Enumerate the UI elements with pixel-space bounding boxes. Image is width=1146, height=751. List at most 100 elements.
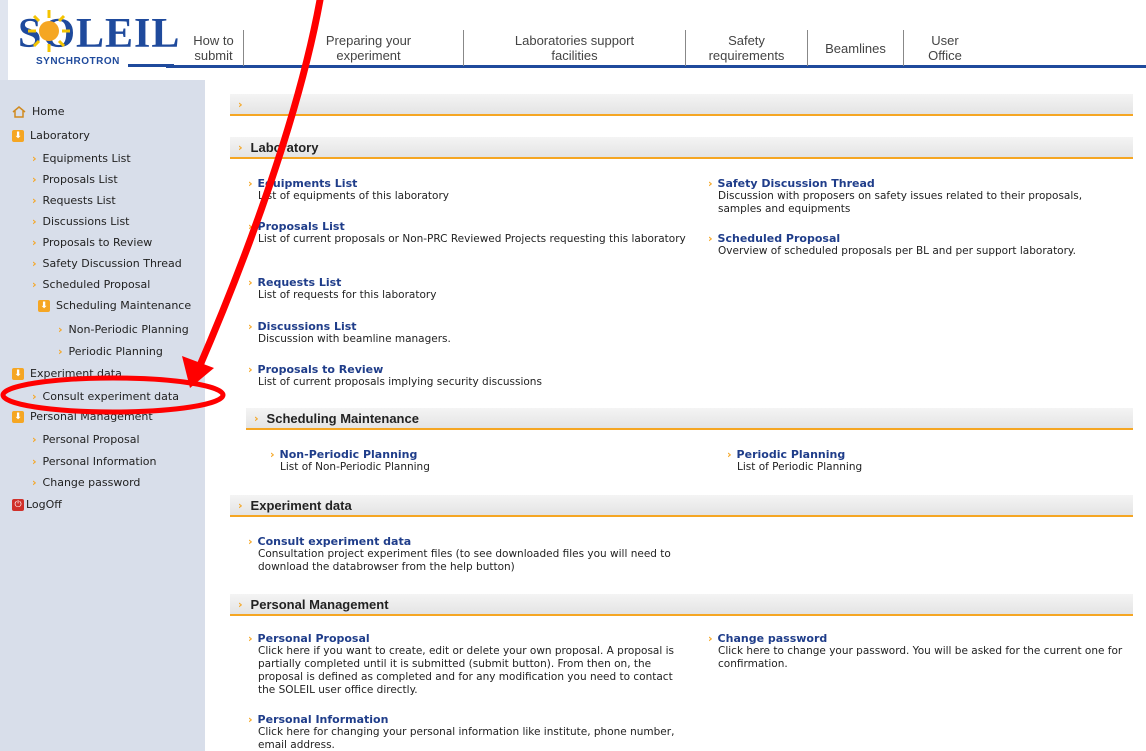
link-consult-experiment-data[interactable]: › Consult experiment data — [248, 535, 688, 548]
sidebar-item-home[interactable]: Home — [12, 105, 64, 118]
sidebar-item-requests-list[interactable]: › Requests List — [32, 194, 116, 207]
sun-icon — [28, 10, 70, 52]
chevron-right-icon: › — [32, 257, 37, 270]
sidebar-item-experiment-data[interactable]: ⬇ Experiment data — [12, 367, 122, 380]
link-requests-list[interactable]: › Requests List — [248, 276, 698, 289]
power-icon: ⏻ — [12, 498, 24, 511]
chevron-right-icon: › — [32, 433, 37, 446]
sidebar-item-proposals-list[interactable]: › Proposals List — [32, 173, 118, 186]
sidebar-item-personal-proposal[interactable]: › Personal Proposal — [32, 433, 140, 446]
nav-safety-requirements[interactable]: Safety requirements — [686, 30, 808, 66]
sidebar-item-change-password[interactable]: › Change password — [32, 476, 140, 489]
section-title: Scheduling Maintenance — [266, 410, 419, 426]
chevron-right-icon: › — [32, 173, 37, 186]
chevron-right-icon: › — [248, 535, 253, 548]
sidebar-item-scheduling-maintenance[interactable]: ⬇ Scheduling Maintenance — [38, 299, 191, 312]
entry-discussions-list: › Discussions List Discussion with beamli… — [248, 320, 698, 346]
header: SOLEIL SYNCHROTRON How to submit Prepari… — [0, 0, 1146, 80]
sidebar-item-discussions-list[interactable]: › Discussions List — [32, 215, 130, 228]
link-proposals-to-review[interactable]: › Proposals to Review — [248, 363, 698, 376]
top-nav: How to submit Preparing your experiment … — [166, 0, 1146, 68]
section-scheduling-maintenance: › Scheduling Maintenance — [246, 408, 1133, 430]
sidebar-item-personal-management[interactable]: ⬇ Personal Management — [12, 410, 153, 423]
sidebar-item-laboratory[interactable]: ⬇ Laboratory — [12, 129, 90, 142]
entry-scheduled-proposal: › Scheduled Proposal Overview of schedule… — [708, 232, 1128, 258]
section-title: Personal Management — [250, 596, 389, 612]
chevron-right-icon: › — [32, 236, 37, 249]
section-laboratory: › Laboratory — [230, 137, 1133, 159]
chevron-right-icon: › — [248, 363, 253, 376]
link-scheduled-proposal[interactable]: › Scheduled Proposal — [708, 232, 1128, 245]
link-non-periodic-planning[interactable]: › Non-Periodic Planning — [270, 448, 720, 461]
nav-how-to-submit[interactable]: How to submit — [184, 30, 244, 66]
chevron-right-icon: › — [238, 140, 243, 154]
chevron-right-icon: › — [254, 411, 259, 425]
nav-user-office[interactable]: User Office — [904, 30, 986, 66]
sidebar-item-proposals-to-review[interactable]: › Proposals to Review — [32, 236, 152, 249]
link-personal-proposal[interactable]: › Personal Proposal — [248, 632, 688, 645]
link-change-password[interactable]: › Change password — [708, 632, 1128, 645]
sidebar-item-consult-experiment-data[interactable]: › Consult experiment data — [32, 390, 179, 403]
chevron-right-icon: › — [270, 448, 275, 461]
entry-safety-discussion-thread: › Safety Discussion Thread Discussion wit… — [708, 177, 1128, 216]
chevron-right-icon: › — [32, 390, 37, 403]
chevron-right-icon: › — [32, 455, 37, 468]
link-equipments-list[interactable]: › Equipments List — [248, 177, 698, 190]
section-bar-empty: › — [230, 94, 1133, 116]
entry-equipments-list: › Equipments List List of equipments of t… — [248, 177, 698, 203]
chevron-right-icon: › — [32, 152, 37, 165]
sidebar-item-safety-discussion-thread[interactable]: › Safety Discussion Thread — [32, 257, 182, 270]
link-proposals-list[interactable]: › Proposals List — [248, 220, 688, 233]
sidebar-item-scheduled-proposal[interactable]: › Scheduled Proposal — [32, 278, 150, 291]
collapse-icon: ⬇ — [12, 410, 24, 423]
chevron-right-icon: › — [248, 177, 253, 190]
sidebar-item-non-periodic-planning[interactable]: › Non-Periodic Planning — [58, 323, 189, 336]
chevron-right-icon: › — [58, 323, 63, 336]
entry-proposals-to-review: › Proposals to Review List of current pro… — [248, 363, 698, 389]
chevron-right-icon: › — [238, 498, 243, 512]
chevron-right-icon: › — [238, 97, 243, 111]
entry-periodic-planning: › Periodic Planning List of Periodic Plan… — [727, 448, 1146, 474]
entry-change-password: › Change password Click here to change yo… — [708, 632, 1128, 671]
chevron-right-icon: › — [708, 177, 713, 190]
chevron-right-icon: › — [708, 232, 713, 245]
chevron-right-icon: › — [248, 276, 253, 289]
section-personal-management: › Personal Management — [230, 594, 1133, 616]
chevron-right-icon: › — [32, 215, 37, 228]
soleil-logo[interactable]: SOLEIL SYNCHROTRON — [8, 6, 179, 72]
chevron-right-icon: › — [32, 278, 37, 291]
chevron-right-icon: › — [58, 345, 63, 358]
entry-requests-list: › Requests List List of requests for this… — [248, 276, 698, 302]
sidebar-item-equipments-list[interactable]: › Equipments List — [32, 152, 131, 165]
sidebar-item-personal-information[interactable]: › Personal Information — [32, 455, 156, 468]
chevron-right-icon: › — [248, 632, 253, 645]
nav-laboratories-support[interactable]: Laboratories support facilities — [464, 30, 686, 66]
chevron-right-icon: › — [32, 476, 37, 489]
link-discussions-list[interactable]: › Discussions List — [248, 320, 698, 333]
home-icon — [12, 105, 26, 118]
entry-non-periodic-planning: › Non-Periodic Planning List of Non-Perio… — [270, 448, 720, 474]
link-personal-information[interactable]: › Personal Information — [248, 713, 688, 726]
chevron-right-icon: › — [248, 320, 253, 333]
sidebar-item-periodic-planning[interactable]: › Periodic Planning — [58, 345, 163, 358]
chevron-right-icon: › — [727, 448, 732, 461]
sidebar-item-logoff[interactable]: ⏻ LogOff — [12, 498, 62, 511]
chevron-right-icon: › — [248, 220, 253, 233]
nav-preparing-experiment[interactable]: Preparing your experiment — [274, 30, 464, 66]
sidebar: Home ⬇ Laboratory › Equipments List › Propo… — [0, 80, 205, 751]
chevron-right-icon: › — [32, 194, 37, 207]
collapse-icon: ⬇ — [12, 129, 24, 142]
link-periodic-planning[interactable]: › Periodic Planning — [727, 448, 1146, 461]
entry-proposals-list: › Proposals List List of current proposal… — [248, 220, 688, 246]
logo-subtitle: SYNCHROTRON — [36, 56, 120, 67]
link-safety-discussion-thread[interactable]: › Safety Discussion Thread — [708, 177, 1128, 190]
section-experiment-data: › Experiment data — [230, 495, 1133, 517]
entry-personal-proposal: › Personal Proposal Click here if you wan… — [248, 632, 688, 697]
chevron-right-icon: › — [248, 713, 253, 726]
collapse-icon: ⬇ — [12, 367, 24, 380]
entry-personal-information: › Personal Information Click here for cha… — [248, 713, 688, 751]
header-left-strip — [0, 0, 8, 80]
section-title: Experiment data — [250, 497, 352, 513]
nav-beamlines[interactable]: Beamlines — [808, 30, 904, 66]
section-title: Laboratory — [250, 139, 319, 155]
